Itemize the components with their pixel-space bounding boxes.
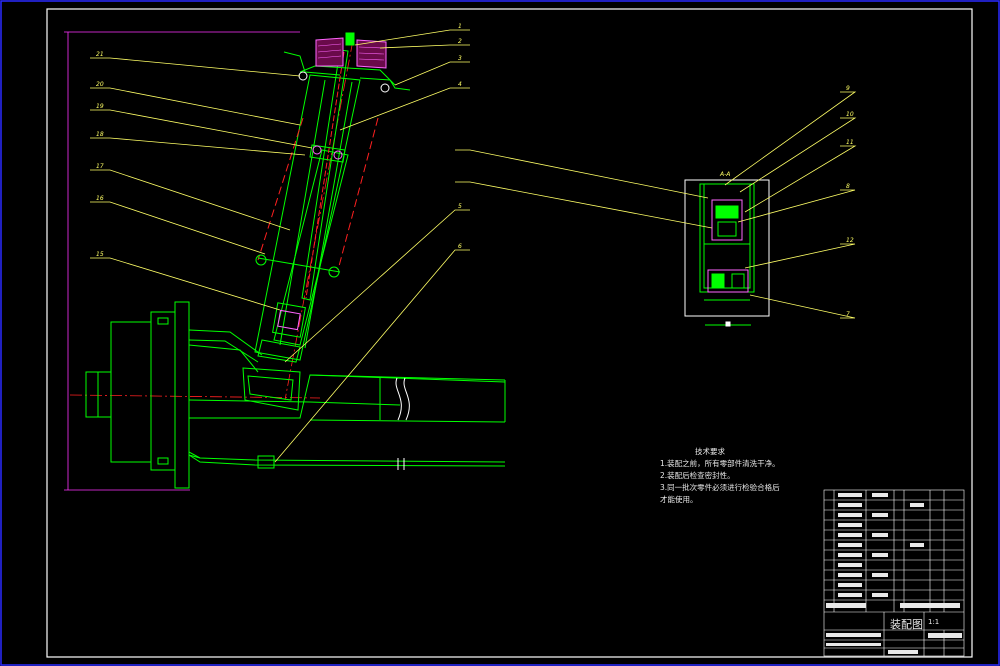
drawing-name: 装配图 xyxy=(890,618,923,631)
top-mount xyxy=(283,32,411,93)
callout-16: 16 xyxy=(96,195,104,202)
callout-19: 19 xyxy=(96,103,104,110)
callout-7: 7 xyxy=(846,311,850,318)
drawing-canvas: 21 20 19 18 17 16 15 1 2 3 4 5 6 A-A 9 1… xyxy=(0,0,1000,666)
callout-18: 18 xyxy=(96,131,104,138)
callout-9: 9 xyxy=(846,85,850,92)
axle-tube xyxy=(188,344,506,423)
callout-2: 2 xyxy=(458,38,462,45)
section-label: A-A xyxy=(719,171,730,178)
leader-lines-detail xyxy=(455,91,857,319)
brake-hose xyxy=(188,451,506,470)
technical-note-1: 1.装配之前，所有零部件清洗干净。 xyxy=(660,459,780,468)
callout-1: 1 xyxy=(458,23,462,30)
callout-21: 21 xyxy=(96,51,104,58)
technical-note-3: 3.同一批次零件必须进行检验合格后才能使用。 xyxy=(660,483,780,504)
callout-17: 17 xyxy=(96,163,104,170)
callout-10: 10 xyxy=(846,111,854,118)
callout-3: 3 xyxy=(458,55,462,62)
callout-5: 5 xyxy=(458,203,462,210)
shock-absorber-strut xyxy=(254,49,379,363)
scale-value: 1:1 xyxy=(928,618,940,626)
wheel-hub-assembly xyxy=(85,301,263,489)
overall-height-dimension xyxy=(64,31,300,491)
callout-15: 15 xyxy=(96,251,104,258)
technical-note-2: 2.装配后检查密封性。 xyxy=(660,471,735,480)
callout-6: 6 xyxy=(458,243,462,250)
technical-notes: 技术要求 1.装配之前，所有零部件清洗干净。 2.装配后检查密封性。 3.同一批… xyxy=(660,446,780,506)
callout-4: 4 xyxy=(458,81,462,88)
section-detail-view xyxy=(684,179,770,327)
axle-centerline xyxy=(69,394,321,399)
callout-11: 11 xyxy=(846,139,854,146)
callout-8: 8 xyxy=(846,183,850,190)
callout-12: 12 xyxy=(846,237,854,244)
callout-20: 20 xyxy=(96,81,104,88)
technical-notes-title: 技术要求 xyxy=(695,447,725,456)
